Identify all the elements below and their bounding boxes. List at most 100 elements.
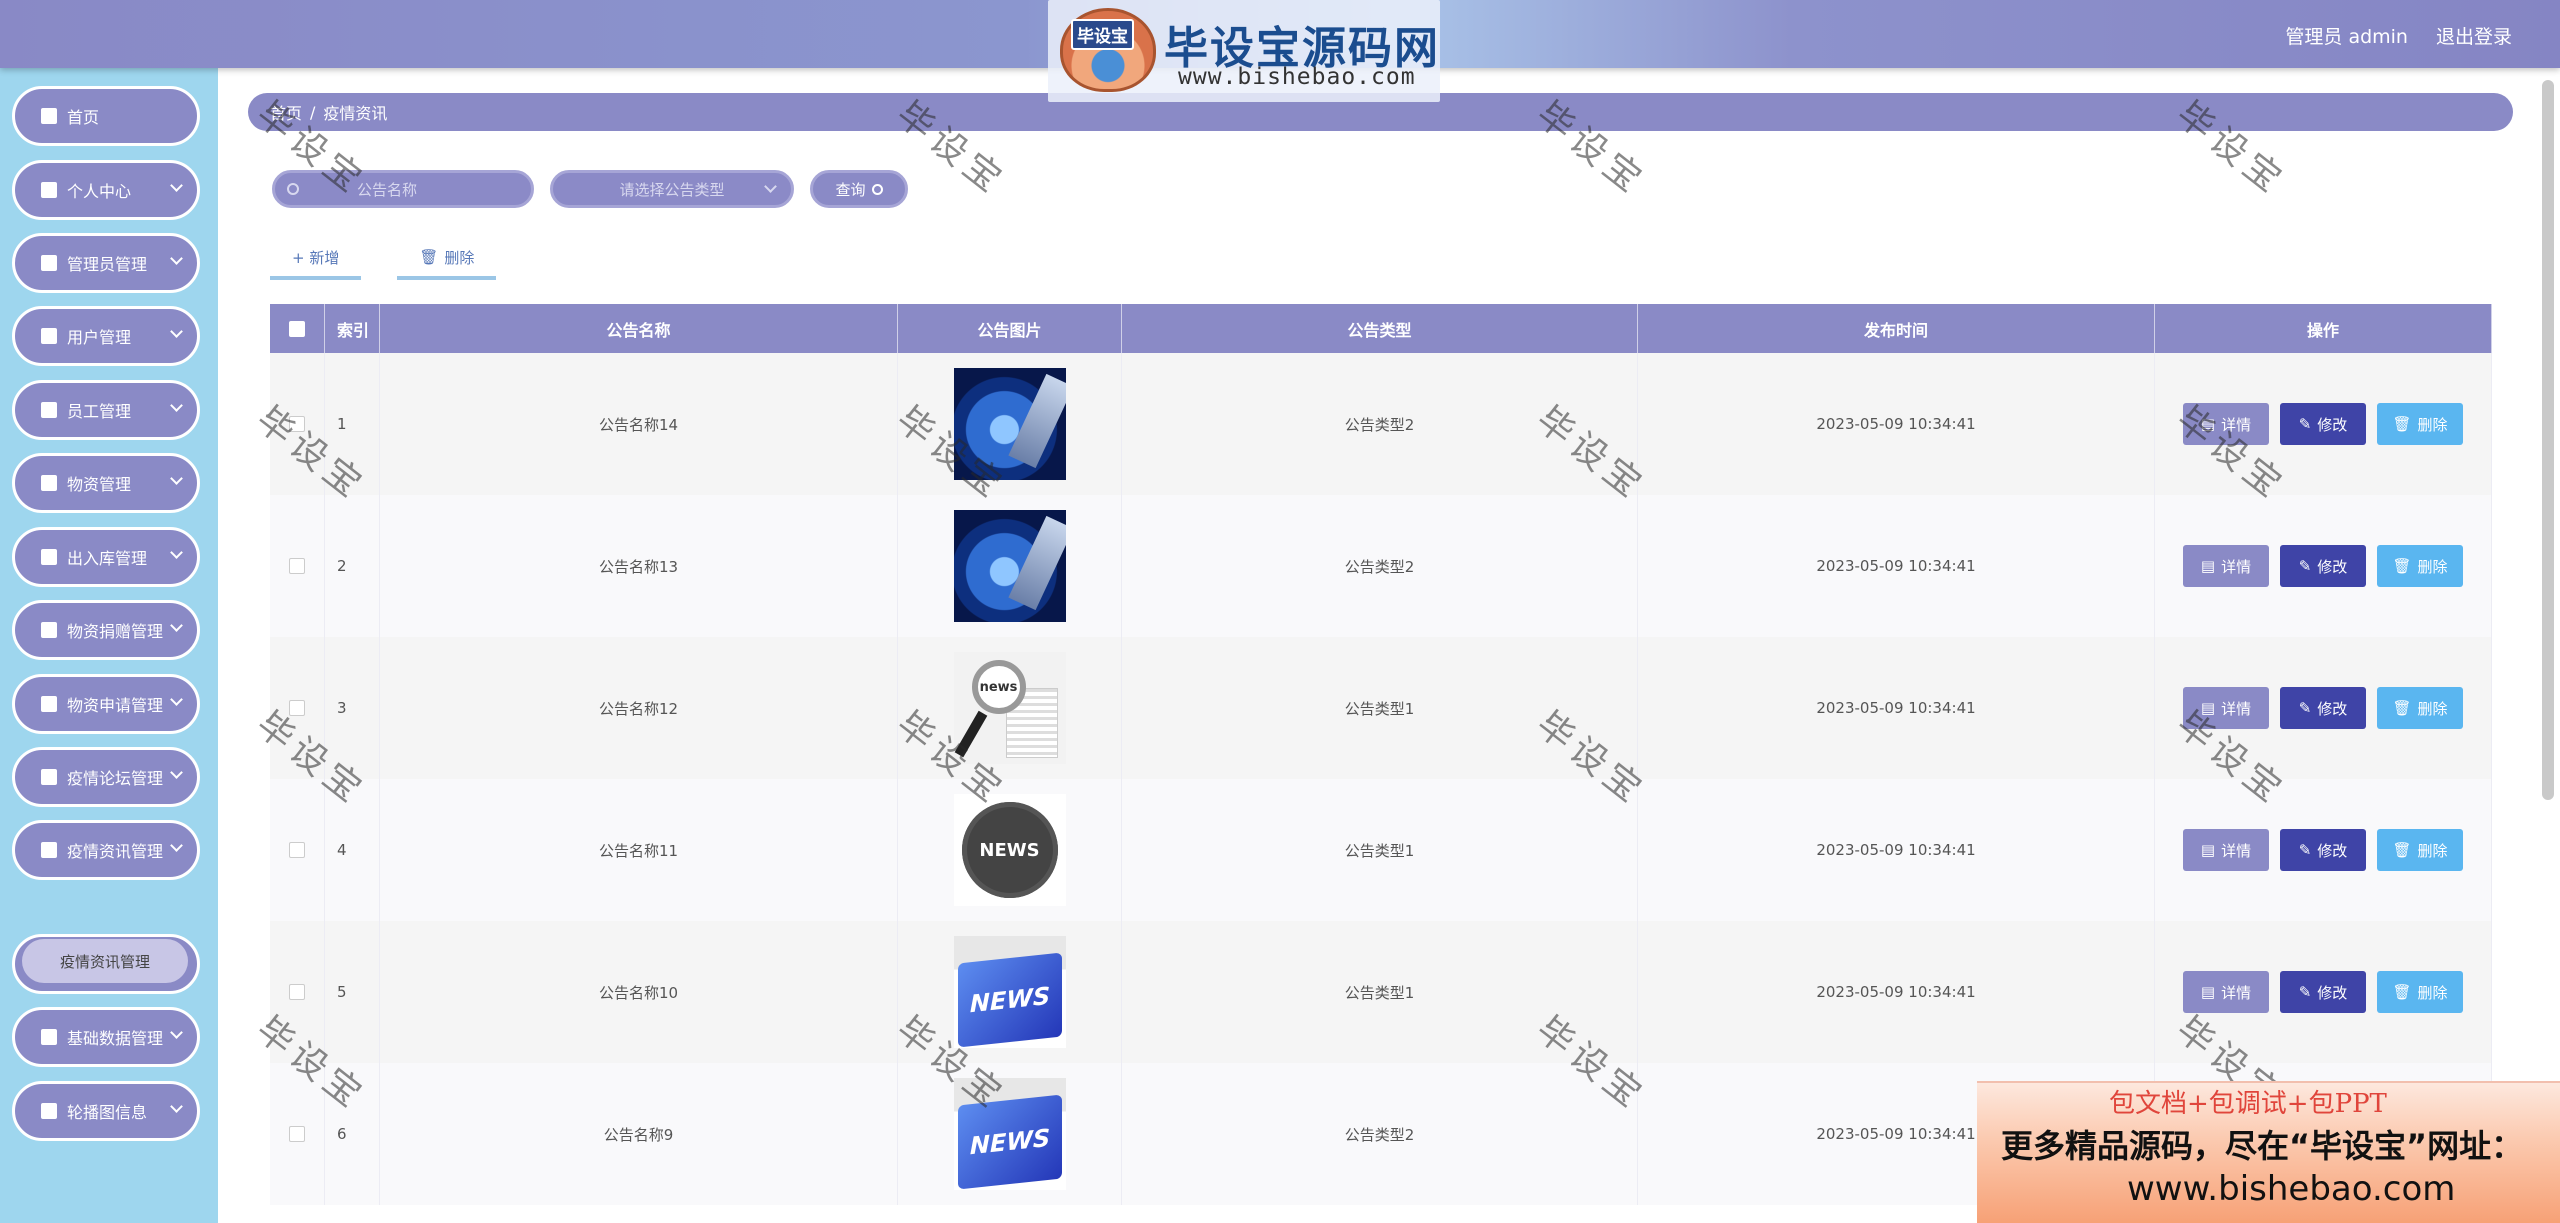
row-select-cell[interactable]	[270, 779, 325, 921]
promo-line2: 更多精品源码，尽在“毕设宝”网址：	[2001, 1127, 2524, 1165]
trash-icon: 🗑	[419, 248, 439, 266]
sidebar-item-9[interactable]: 疫情论坛管理	[12, 747, 200, 807]
announcement-type-select[interactable]: 请选择公告类型	[550, 170, 794, 208]
promo-banner: 包文档+包调试+包PPT 更多精品源码，尽在“毕设宝”网址： www.bishe…	[1977, 1081, 2560, 1223]
sidebar-item-0[interactable]: 首页	[12, 86, 200, 146]
sidebar-item-6[interactable]: 出入库管理	[12, 527, 200, 587]
row-select-cell[interactable]	[270, 921, 325, 1063]
trash-icon: 🗑	[2392, 983, 2412, 1001]
sidebar-item-7[interactable]: 物资捐赠管理	[12, 600, 200, 660]
header-time: 发布时间	[1638, 304, 2155, 353]
grid-icon	[41, 255, 57, 271]
header-select-all[interactable]	[270, 304, 325, 353]
sidebar-item-label: 疫情资讯管理	[67, 842, 164, 861]
row-select-cell[interactable]	[270, 495, 325, 637]
home-icon	[41, 108, 57, 124]
sidebar-item-1[interactable]: 个人中心	[12, 160, 200, 220]
sidebar-item-label: 管理员管理	[67, 255, 148, 274]
detail-button[interactable]: ▤详情	[2183, 687, 2269, 729]
row-checkbox[interactable]	[289, 984, 305, 1000]
row-index: 4	[325, 779, 380, 921]
chevron-down-icon	[170, 325, 183, 338]
action-bar: + 新增 🗑 删除	[270, 238, 497, 280]
query-button[interactable]: 查询	[810, 170, 908, 208]
announcement-name-input[interactable]: 公告名称	[272, 170, 534, 208]
sidebar-item-8[interactable]: 物资申请管理	[12, 674, 200, 734]
row-index: 6	[325, 1063, 380, 1205]
logout-link[interactable]: 退出登录	[2436, 22, 2512, 49]
delete-button[interactable]: 🗑删除	[2377, 971, 2463, 1013]
sidebar-item-4[interactable]: 员工管理	[12, 380, 200, 440]
table-row[interactable]: 4 公告名称11 NEWS 公告类型1 2023-05-09 10:34:41 ▤ 详情 ✎ 修…	[270, 779, 2492, 921]
delete-button[interactable]: 🗑删除	[2377, 687, 2463, 729]
edit-button[interactable]: ✎修改	[2280, 687, 2366, 729]
table-row[interactable]: 1 公告名称14 公告类型2 2023-05-09 10:34:41 ▤ 详情 ✎ 修改 🗑 删除	[270, 353, 2492, 495]
header-name: 公告名称	[380, 304, 898, 353]
sidebar-item-2[interactable]: 管理员管理	[12, 233, 200, 293]
edit-button[interactable]: ✎修改	[2280, 829, 2366, 871]
delete-button[interactable]: 🗑删除	[2377, 829, 2463, 871]
detail-button[interactable]: ▤详情	[2183, 971, 2269, 1013]
vertical-scrollbar[interactable]	[2542, 80, 2554, 800]
clipboard-icon	[41, 1029, 57, 1045]
grid-icon	[41, 622, 57, 638]
sidebar-item-3[interactable]: 用户管理	[12, 306, 200, 366]
trash-icon: 🗑	[2392, 415, 2412, 433]
globe-image	[953, 510, 1066, 622]
row-checkbox[interactable]	[289, 558, 305, 574]
row-index: 1	[325, 353, 380, 495]
row-image-cell	[898, 495, 1122, 637]
row-select-cell[interactable]	[270, 637, 325, 779]
user-icon	[41, 1103, 57, 1119]
row-checkbox[interactable]	[289, 842, 305, 858]
add-button[interactable]: + 新增	[270, 238, 362, 280]
select-all-checkbox[interactable]	[289, 320, 305, 337]
breadcrumb-home[interactable]: 首页	[270, 100, 302, 124]
globe-image	[953, 368, 1066, 480]
header-image: 公告图片	[898, 304, 1122, 353]
row-name: 公告名称13	[380, 495, 898, 637]
row-select-cell[interactable]	[270, 353, 325, 495]
row-type: 公告类型2	[1122, 353, 1638, 495]
delete-button[interactable]: 🗑删除	[2377, 403, 2463, 445]
announcement-type-placeholder: 请选择公告类型	[619, 180, 725, 199]
row-select-cell[interactable]	[270, 1063, 325, 1205]
detail-button[interactable]: ▤详情	[2183, 545, 2269, 587]
sidebar-item-5[interactable]: 物资管理	[12, 453, 200, 513]
row-checkbox[interactable]	[289, 700, 305, 716]
chevron-down-icon	[764, 180, 777, 193]
sidebar-item-10[interactable]: 疫情资讯管理	[12, 820, 200, 880]
detail-button[interactable]: ▤详情	[2183, 829, 2269, 871]
table-row[interactable]: 2 公告名称13 公告类型2 2023-05-09 10:34:41 ▤ 详情 ✎ 修改 🗑 删除	[270, 495, 2492, 637]
row-type: 公告类型2	[1122, 495, 1638, 637]
edit-button[interactable]: ✎修改	[2280, 971, 2366, 1013]
sidebar-item-label: 物资申请管理	[67, 696, 164, 715]
pencil-icon: ✎	[2298, 415, 2312, 433]
row-index: 3	[325, 637, 380, 779]
detail-button[interactable]: ▤详情	[2183, 403, 2269, 445]
sidebar-item-12[interactable]: 基础数据管理	[12, 1007, 200, 1067]
row-checkbox[interactable]	[289, 1126, 305, 1142]
pencil-icon: ✎	[2298, 983, 2312, 1001]
table-row[interactable]: 5 公告名称10 NEWS 公告类型1 2023-05-09 10:34:41 ▤ 详情 ✎ 修…	[270, 921, 2492, 1063]
row-type: 公告类型1	[1122, 779, 1638, 921]
row-index: 5	[325, 921, 380, 1063]
delete-button[interactable]: 🗑删除	[2377, 545, 2463, 587]
news-key-image: NEWS	[953, 1078, 1066, 1190]
pencil-icon: ✎	[2298, 557, 2312, 575]
document-icon: ▤	[2200, 415, 2216, 433]
table-row[interactable]: 3 公告名称12 news 公告类型1 2023-05-09 10:34:41 ▤ 详情 ✎ 修…	[270, 637, 2492, 779]
sidebar-item-13[interactable]: 轮播图信息	[12, 1081, 200, 1141]
row-checkbox[interactable]	[289, 416, 305, 432]
batch-delete-button[interactable]: 🗑 删除	[397, 238, 497, 280]
sidebar-subitem-news-manage[interactable]: 疫情资讯管理	[22, 939, 188, 983]
row-time: 2023-05-09 10:34:41	[1638, 779, 2155, 921]
edit-button[interactable]: ✎修改	[2280, 403, 2366, 445]
row-image-cell	[898, 353, 1122, 495]
document-icon: ▤	[2200, 557, 2216, 575]
row-name: 公告名称12	[380, 637, 898, 779]
edit-button[interactable]: ✎修改	[2280, 545, 2366, 587]
pencil-icon: ✎	[2298, 699, 2312, 717]
row-image-cell: NEWS	[898, 779, 1122, 921]
table-header: 索引 公告名称 公告图片 公告类型 发布时间 操作	[270, 304, 2492, 353]
